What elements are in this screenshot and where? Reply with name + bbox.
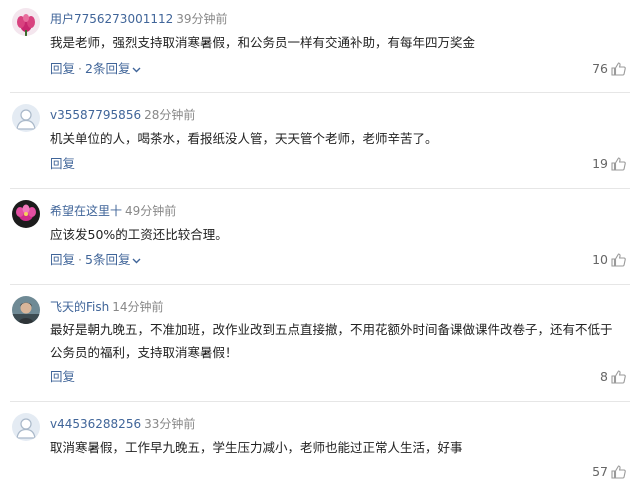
username[interactable]: 飞天的Fish: [50, 300, 109, 314]
username[interactable]: 希望在这里十: [50, 204, 122, 218]
comment-text: 最好是朝九晚五，不准加班，改作业改到五点直接撤，不用花额外时间备课做课件改卷子，…: [50, 322, 613, 360]
like-count: 57: [592, 464, 608, 479]
default-user-avatar-icon: [12, 413, 40, 441]
thumbs-up-icon: [611, 465, 626, 479]
avatar[interactable]: [12, 104, 40, 132]
avatar[interactable]: [12, 8, 40, 36]
divider: [10, 284, 630, 285]
replies-count: 2条回复: [85, 61, 131, 76]
comment-meta: v35587795856 28分钟前: [50, 107, 195, 123]
comment-actions: 回复: [50, 156, 75, 172]
divider: [10, 401, 630, 402]
comment-meta: 用户7756273001112 39分钟前: [50, 11, 228, 27]
timestamp: 49分钟前: [125, 204, 177, 218]
comment-actions: 回复 · 5条回复: [50, 252, 141, 268]
comment-actions: 回复 · 2条回复: [50, 61, 141, 77]
view-replies-button[interactable]: 2条回复: [85, 61, 141, 76]
view-replies-button[interactable]: 5条回复: [85, 252, 141, 267]
avatar[interactable]: [12, 200, 40, 228]
like-count: 76: [592, 61, 608, 76]
like-button[interactable]: 76: [592, 61, 626, 77]
like-button[interactable]: 19: [592, 156, 626, 172]
flower-avatar-icon: [12, 200, 40, 228]
comment-meta: 飞天的Fish 14分钟前: [50, 299, 164, 315]
avatar[interactable]: [12, 296, 40, 324]
thumbs-up-icon: [611, 253, 626, 267]
replies-count: 5条回复: [85, 252, 131, 267]
like-count: 10: [592, 252, 608, 267]
username[interactable]: v44536288256: [50, 417, 141, 431]
like-count: 8: [600, 369, 608, 384]
username[interactable]: 用户7756273001112: [50, 12, 173, 26]
reply-button[interactable]: 回复: [50, 252, 75, 267]
comment-text: 应该发50%的工资还比较合理。: [50, 227, 228, 242]
timestamp: 28分钟前: [144, 108, 196, 122]
divider: [10, 92, 630, 93]
avatar[interactable]: [12, 413, 40, 441]
flower-avatar-icon: [12, 8, 40, 36]
comment-text: 取消寒暑假，工作早九晚五，学生压力减小，老师也能过正常人生活，好事: [50, 440, 463, 455]
username[interactable]: v35587795856: [50, 108, 141, 122]
default-user-avatar-icon: [12, 104, 40, 132]
like-button[interactable]: 57: [592, 464, 626, 480]
timestamp: 14分钟前: [112, 300, 164, 314]
comment-actions: 回复: [50, 369, 75, 385]
thumbs-up-icon: [611, 62, 626, 76]
like-button[interactable]: 8: [600, 369, 626, 385]
like-button[interactable]: 10: [592, 252, 626, 268]
comment-actions: 回复: [50, 466, 75, 482]
separator: ·: [78, 252, 82, 267]
chevron-down-icon: [132, 67, 141, 72]
comment-meta: 希望在这里十 49分钟前: [50, 203, 176, 219]
reply-button[interactable]: 回复: [50, 369, 75, 384]
like-count: 19: [592, 156, 608, 171]
reply-button[interactable]: 回复: [50, 156, 75, 171]
photo-avatar-icon: [12, 296, 40, 324]
thumbs-up-icon: [611, 370, 626, 384]
reply-button[interactable]: 回复: [50, 61, 75, 76]
timestamp: 33分钟前: [144, 417, 196, 431]
thumbs-up-icon: [611, 157, 626, 171]
separator: ·: [78, 61, 82, 76]
divider: [10, 188, 630, 189]
chevron-down-icon: [132, 258, 141, 263]
comment-meta: v44536288256 33分钟前: [50, 416, 195, 432]
comment-text: 我是老师，强烈支持取消寒暑假，和公务员一样有交通补助，有每年四万奖金: [50, 35, 476, 50]
timestamp: 39分钟前: [176, 12, 228, 26]
comment-text: 机关单位的人，喝茶水，看报纸没人管，天天管个老师，老师辛苦了。: [50, 131, 438, 146]
